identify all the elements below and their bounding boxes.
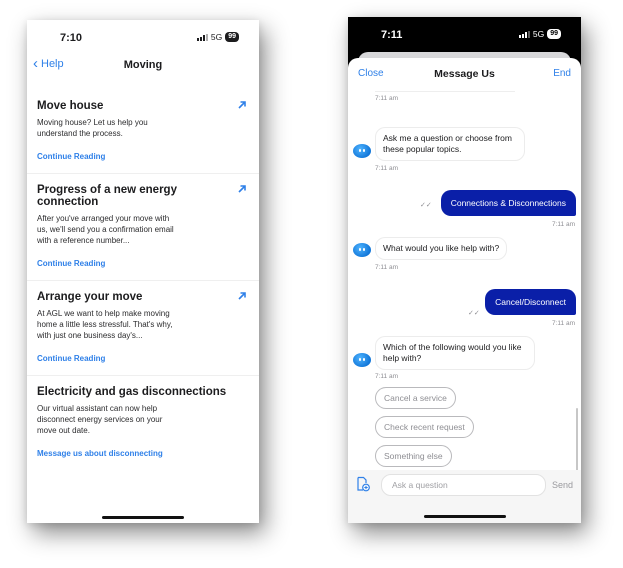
home-indicator[interactable]	[102, 516, 184, 519]
article-item: Progress of a new energy connection Afte…	[27, 174, 259, 281]
user-message: Cancel/Disconnect	[485, 289, 576, 315]
article-title: Electricity and gas disconnections	[37, 386, 227, 398]
article-title: Arrange your move	[37, 291, 143, 303]
bot-avatar-icon	[353, 144, 371, 158]
attach-file-icon[interactable]	[355, 476, 371, 492]
nav-bar: ‹ Help Moving	[27, 56, 259, 78]
bot-message: Ask me a question or choose from these p…	[375, 127, 525, 161]
article-item: Electricity and gas disconnections Our v…	[27, 376, 259, 470]
continue-reading-link[interactable]: Continue Reading	[37, 259, 249, 268]
end-chat-button[interactable]: End	[553, 68, 571, 79]
article-item: Move house Moving house? Let us help you…	[27, 90, 259, 174]
ask-question-input[interactable]	[381, 474, 546, 496]
message-composer: Send	[348, 470, 581, 523]
bot-avatar-icon	[353, 243, 371, 257]
article-title: Progress of a new energy connection	[37, 184, 177, 208]
read-receipt-icon: ✓✓	[468, 310, 480, 317]
article-item: Arrange your move At AGL we want to help…	[27, 281, 259, 376]
continue-reading-link[interactable]: Continue Reading	[37, 354, 249, 363]
article-body: After you've arranged your move with us,…	[37, 214, 174, 245]
chat-title: Message Us	[434, 68, 495, 80]
quick-reply-cancel-service[interactable]: Cancel a service	[375, 387, 456, 409]
external-arrow-icon[interactable]	[237, 100, 247, 110]
status-time: 7:10	[60, 32, 83, 44]
article-body: At AGL we want to help make moving home …	[37, 309, 173, 340]
network-label: 5G	[210, 32, 223, 42]
message-timestamp: 7:11 am	[375, 165, 399, 172]
user-message: Connections & Disconnections	[440, 190, 576, 216]
article-body: Our virtual assistant can now help disco…	[37, 404, 163, 435]
continue-reading-link[interactable]: Continue Reading	[37, 152, 249, 161]
signal-icon	[196, 33, 208, 41]
status-bar: 7:10 5G 99	[27, 20, 259, 54]
battery-icon: 99	[225, 32, 239, 42]
home-indicator[interactable]	[423, 515, 506, 518]
external-arrow-icon[interactable]	[237, 291, 247, 301]
send-button[interactable]: Send	[552, 480, 573, 490]
chat-sheet: Close Message Us End 7:11 am Ask me a qu…	[348, 58, 581, 523]
quick-reply-something-else[interactable]: Something else	[375, 445, 452, 467]
network-label: 5G	[532, 29, 545, 39]
status-time: 7:11	[381, 29, 403, 41]
message-timestamp: 7:11 am	[551, 320, 575, 327]
bot-message: Which of the following would you like he…	[375, 336, 535, 370]
message-timestamp: 7:11 am	[375, 264, 399, 271]
article-list: Move house Moving house? Let us help you…	[27, 90, 259, 470]
message-list[interactable]: 7:11 am Ask me a question or choose from…	[348, 91, 581, 471]
message-timestamp: 7:11 am	[551, 221, 575, 228]
battery-icon: 99	[547, 29, 561, 39]
page-title: Moving	[123, 59, 163, 71]
chat-header: Close Message Us End	[348, 58, 581, 91]
message-timestamp: 7:11 am	[375, 373, 399, 380]
status-bar: 7:11 5G 99	[348, 17, 581, 51]
message-us-screen: 7:11 5G 99 Close Message Us End 7:11 am …	[348, 17, 581, 523]
article-body: Moving house? Let us help you understand…	[37, 118, 148, 138]
article-title: Move house	[37, 100, 104, 112]
message-timestamp: 7:11 am	[375, 95, 399, 102]
read-receipt-icon: ✓✓	[420, 202, 432, 209]
message-us-link[interactable]: Message us about disconnecting	[37, 449, 249, 458]
quick-reply-check-request[interactable]: Check recent request	[375, 416, 474, 438]
moving-help-screen: 7:10 5G 99 ‹ Help Moving Move house Movi…	[27, 20, 259, 523]
bot-message: What would you like help with?	[375, 237, 508, 260]
signal-icon	[518, 30, 530, 38]
bot-avatar-icon	[353, 353, 371, 367]
external-arrow-icon[interactable]	[237, 184, 247, 194]
